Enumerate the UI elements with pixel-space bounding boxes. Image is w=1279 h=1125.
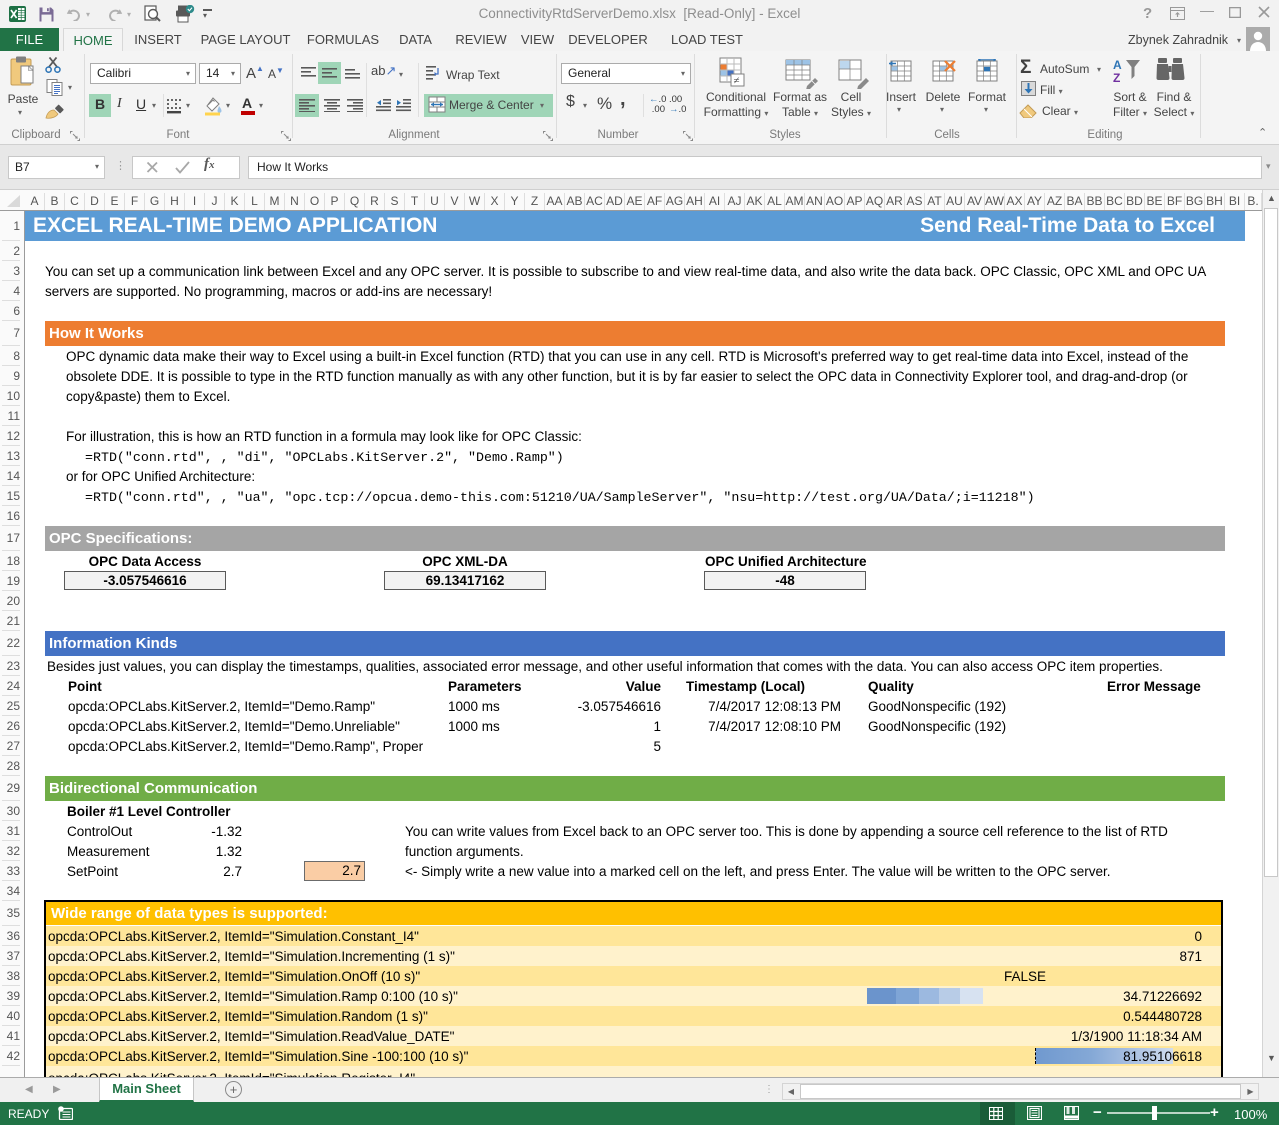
svg-text:A: A <box>1113 58 1122 72</box>
svg-text:≠: ≠ <box>734 75 740 87</box>
svg-text:Z: Z <box>1113 71 1120 84</box>
